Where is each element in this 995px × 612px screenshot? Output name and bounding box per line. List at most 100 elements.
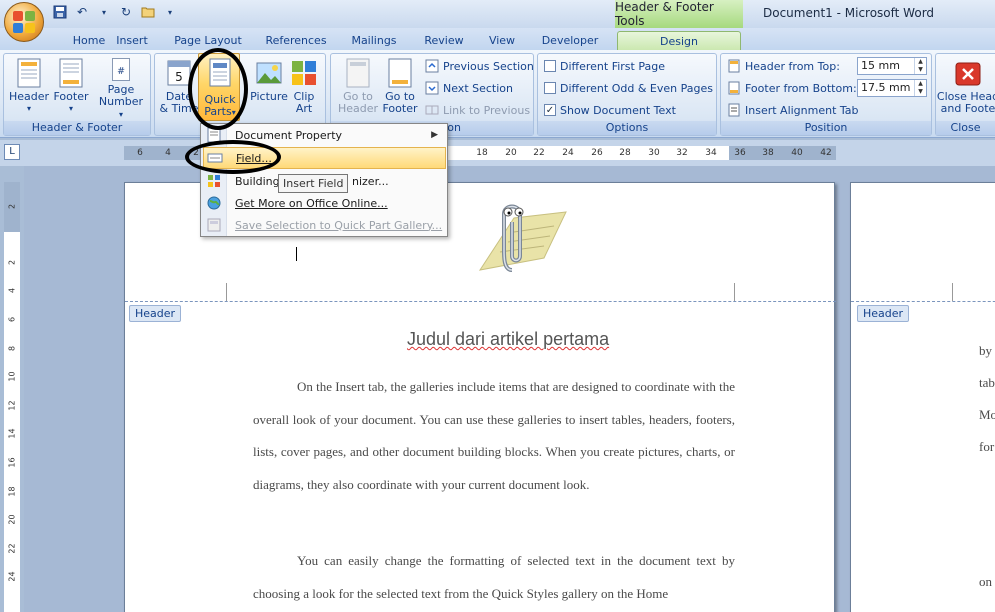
redo-icon[interactable]: ↻ (118, 4, 134, 20)
goto-footer-button[interactable]: Go to Footer (379, 57, 421, 121)
close-label-2: and Foote (940, 102, 995, 115)
group-label-position: Position (721, 121, 931, 135)
ruler-tick: 20 (505, 148, 517, 158)
goto-header-label-2: Header (337, 102, 379, 115)
menu-item-get-more-online[interactable]: Get More on Office Online... (203, 192, 446, 214)
vertical-ruler[interactable]: 2 2 4 6 8 10 12 14 16 18 20 22 24 (4, 182, 20, 612)
header-icon (17, 58, 41, 88)
menu-item-save-selection[interactable]: Save Selection to Quick Part Gallery... (203, 214, 446, 236)
tab-page-layout[interactable]: Page Layout (166, 31, 250, 50)
document-title[interactable]: Judul dari artikel pertama (407, 329, 609, 350)
tab-design[interactable]: Design (617, 31, 741, 50)
quick-parts-label-2: Parts▾ (204, 105, 236, 118)
header-label: Header (8, 90, 50, 103)
contextual-tab-title: Header & Footer Tools (615, 0, 743, 28)
ruler-tick: 14 (7, 428, 17, 439)
group-position: Header from Top: 15 mm ▲ ▼ Footer from Bo… (720, 53, 932, 136)
link-icon (425, 105, 439, 115)
paragraph-2[interactable]: You can easily change the formatting of … (253, 545, 735, 610)
goto-header-button[interactable]: Go to Header (337, 57, 379, 121)
ruler-tick: 8 (7, 345, 17, 352)
calendar-icon: 5 (167, 60, 191, 86)
document-property-icon (207, 127, 221, 143)
tab-insert[interactable]: Insert (104, 31, 160, 50)
link-to-previous-button[interactable]: Link to Previous (425, 101, 530, 119)
ruler-tick: 32 (676, 148, 688, 158)
menu-item-field[interactable]: Field... (203, 147, 446, 169)
ruler-tick: 20 (7, 514, 17, 525)
ruler-tick: 2 (7, 259, 17, 266)
text-fragment: by (979, 343, 992, 358)
header-from-top-input[interactable]: 15 mm ▲ ▼ (857, 57, 927, 75)
previous-section-button[interactable]: Previous Section (425, 57, 534, 75)
different-first-page-checkbox[interactable]: Different First Page (544, 57, 665, 75)
next-page[interactable]: Header by tab Mo for on (850, 182, 995, 612)
tab-references[interactable]: References (256, 31, 336, 50)
clip-art-button[interactable]: Clip Art (285, 57, 323, 121)
group-label-options: Options (538, 121, 716, 135)
save-icon[interactable] (52, 4, 68, 20)
ruler-tick: 26 (591, 148, 603, 158)
quick-parts-icon (209, 58, 231, 87)
tab-mailings[interactable]: Mailings (342, 31, 406, 50)
footer-from-bottom-label: Footer from Bottom: (727, 79, 857, 97)
show-document-text-checkbox[interactable]: ✓ Show Document Text (544, 101, 676, 119)
dropdown-arrow-icon[interactable]: ▾ (96, 4, 112, 20)
margin-mark (734, 283, 735, 301)
next-section-button[interactable]: Next Section (425, 79, 513, 97)
svg-text:5: 5 (175, 70, 183, 84)
insert-field-tooltip: Insert Field (278, 174, 349, 193)
ribbon: Header ▾ Footer ▾ # Page Number ▾ Header… (0, 50, 995, 138)
office-button[interactable] (4, 2, 44, 42)
open-folder-icon[interactable] (140, 4, 156, 20)
customize-qat-icon[interactable]: ▾ (162, 4, 178, 20)
ruler-tick: 36 (734, 148, 746, 158)
paragraph-1[interactable]: On the Insert tab, the galleries include… (253, 371, 735, 501)
tab-selector-icon[interactable]: L (4, 144, 20, 160)
header-boundary (851, 301, 995, 302)
header-button[interactable]: Header ▾ (9, 57, 49, 121)
menu-item-document-property[interactable]: Document Property ▶ (203, 124, 446, 146)
undo-icon[interactable]: ↶ (74, 4, 90, 20)
ruler-tick: 10 (7, 371, 17, 382)
text-fragment: Mo (979, 407, 995, 422)
header-tag[interactable]: Header (129, 305, 182, 322)
text-cursor (296, 247, 297, 261)
picture-label: Picture (250, 90, 288, 103)
page-number-button[interactable]: # Page Number ▾ (96, 57, 146, 121)
footer-icon (59, 58, 83, 88)
office-assistant-clippy[interactable] (474, 198, 568, 278)
page-number-label-2: Number ▾ (98, 95, 144, 120)
margin-mark (226, 283, 227, 301)
ruler-tick: 24 (7, 571, 17, 582)
quick-parts-button[interactable]: Quick Parts▾ (198, 53, 240, 121)
footer-position-icon (728, 81, 740, 95)
header-from-top-label: Header from Top: (727, 57, 840, 75)
ruler-tick: 42 (820, 148, 832, 158)
spin-arrows-icon[interactable]: ▲ ▼ (914, 58, 926, 74)
ruler-tick: 4 (7, 287, 17, 294)
footer-from-bottom-input[interactable]: 17.5 mm ▲ ▼ (857, 79, 927, 97)
ruler-tick: 22 (533, 148, 545, 158)
ruler-tick: 30 (648, 148, 660, 158)
insert-alignment-tab-button[interactable]: Insert Alignment Tab (727, 101, 859, 119)
date-time-button[interactable]: 5 Date & Time (159, 57, 199, 121)
close-header-footer-button[interactable]: Close Head and Foote (937, 57, 995, 121)
goto-header-icon (346, 58, 370, 88)
group-label-close: Close (936, 121, 995, 135)
text-fragment: on (979, 574, 992, 589)
goto-footer-label-2: Footer (382, 102, 418, 115)
different-odd-even-checkbox[interactable]: Different Odd & Even Pages (544, 79, 713, 97)
ribbon-tabs: Home Insert Page Layout References Maili… (0, 28, 995, 50)
footer-button[interactable]: Footer ▾ (51, 57, 91, 121)
tab-developer[interactable]: Developer (534, 31, 606, 50)
save-selection-icon (207, 218, 221, 232)
submenu-arrow-icon: ▶ (431, 130, 438, 140)
tab-view[interactable]: View (480, 31, 524, 50)
header-tag[interactable]: Header (857, 305, 910, 322)
ruler-tick: 16 (7, 457, 17, 468)
spin-arrows-icon[interactable]: ▲ ▼ (914, 80, 926, 96)
tab-review[interactable]: Review (414, 31, 474, 50)
ruler-tick: 12 (7, 400, 17, 411)
previous-section-icon (425, 59, 439, 73)
